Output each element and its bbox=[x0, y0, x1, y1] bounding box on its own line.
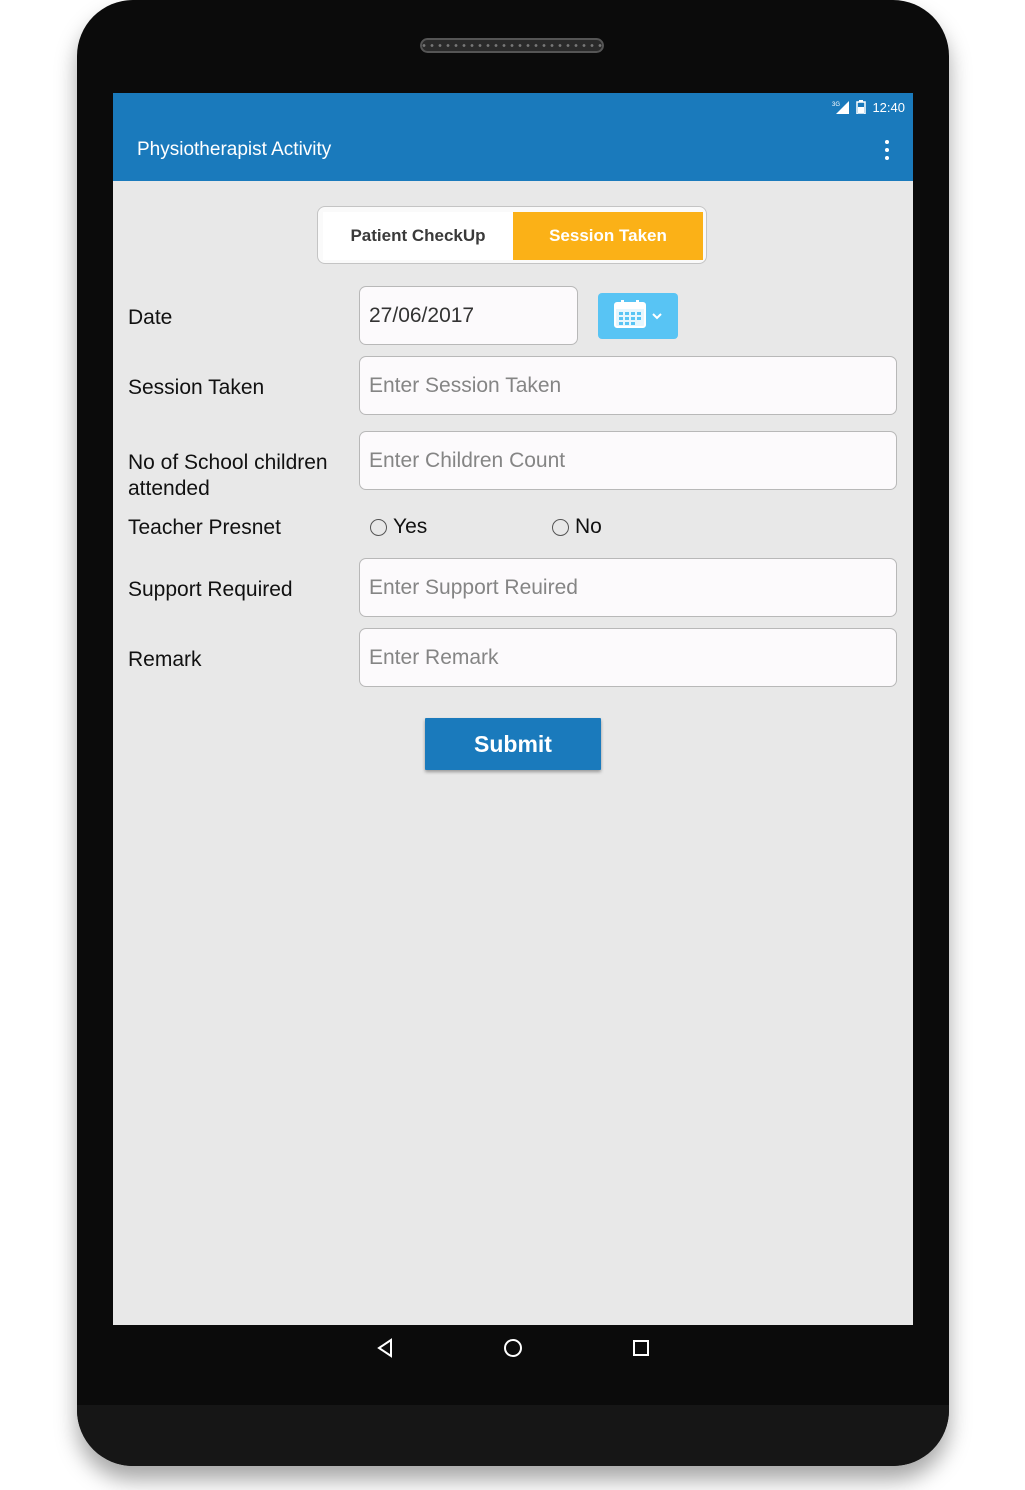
session-taken-label: Session Taken bbox=[128, 376, 265, 399]
overflow-menu-icon[interactable] bbox=[883, 140, 891, 160]
radio-no[interactable]: No bbox=[552, 515, 602, 539]
app-bar: 3G 12:40 Physiotherapist Activity bbox=[113, 93, 913, 181]
network-type: 3G bbox=[832, 102, 840, 108]
back-icon[interactable] bbox=[375, 1337, 395, 1364]
children-count-label: No of School children attended bbox=[128, 451, 328, 500]
radio-button[interactable] bbox=[552, 518, 569, 536]
teacher-present-label: Teacher Presnet bbox=[128, 516, 281, 539]
radio-yes[interactable]: Yes bbox=[370, 515, 427, 539]
session-taken-input[interactable] bbox=[359, 356, 897, 415]
remark-input[interactable] bbox=[359, 628, 897, 687]
calendar-icon bbox=[614, 299, 646, 333]
device-chin bbox=[77, 1405, 949, 1466]
status-time: 12:40 bbox=[872, 99, 905, 115]
segment-tabs: Patient CheckUp Session Taken bbox=[317, 206, 707, 264]
app-title: Physiotherapist Activity bbox=[137, 139, 332, 160]
children-count-input[interactable] bbox=[359, 431, 897, 490]
submit-button[interactable]: Submit bbox=[425, 718, 601, 770]
remark-label: Remark bbox=[128, 648, 202, 671]
home-icon[interactable] bbox=[502, 1337, 524, 1364]
app-screen: 3G 12:40 Physiotherapist Activity Patien… bbox=[113, 93, 913, 1325]
status-bar: 3G 12:40 bbox=[832, 97, 905, 117]
recents-icon[interactable] bbox=[631, 1337, 651, 1364]
tab-patient-checkup[interactable]: Patient CheckUp bbox=[323, 212, 513, 260]
radio-no-label: No bbox=[575, 515, 602, 538]
battery-icon bbox=[856, 100, 867, 114]
network-signal-icon: 3G bbox=[832, 100, 850, 114]
radio-yes-label: Yes bbox=[393, 515, 428, 538]
tab-session-taken[interactable]: Session Taken bbox=[513, 212, 703, 260]
navigation-bar bbox=[113, 1325, 913, 1373]
chevron-down-icon bbox=[652, 307, 662, 325]
support-required-label: Support Required bbox=[128, 578, 293, 601]
date-label: Date bbox=[128, 306, 173, 329]
radio-button[interactable] bbox=[370, 518, 387, 536]
date-field[interactable] bbox=[359, 286, 578, 345]
support-required-input[interactable] bbox=[359, 558, 897, 617]
speaker-grille bbox=[420, 38, 604, 53]
calendar-button[interactable] bbox=[598, 293, 678, 339]
